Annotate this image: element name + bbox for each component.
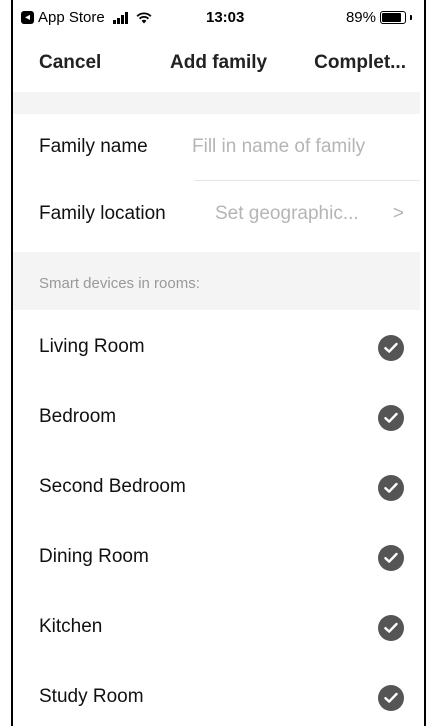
phone-screen: ◂ App Store 13:03 89% Cancel Add family … (11, 0, 426, 726)
battery-percent: 89% (345, 9, 376, 26)
room-row-kitchen[interactable]: Kitchen (13, 590, 420, 660)
cellular-signal-icon (112, 11, 128, 24)
room-row-dining-room[interactable]: Dining Room (13, 520, 420, 590)
back-app-icon[interactable]: ◂ (21, 11, 34, 24)
checkmark-circle-icon[interactable] (378, 685, 404, 711)
back-app-label[interactable]: App Store (38, 9, 105, 26)
room-name: Bedroom (39, 406, 117, 427)
family-name-row[interactable]: Family name Fill in name of family (13, 114, 420, 180)
room-row-bedroom[interactable]: Bedroom (13, 380, 420, 450)
room-name: Living Room (39, 336, 145, 357)
checkmark-circle-icon[interactable] (378, 475, 404, 501)
room-name: Study Room (39, 686, 144, 707)
chevron-right-icon: > (392, 203, 404, 224)
status-battery: 89% (346, 9, 412, 26)
room-name: Dining Room (39, 546, 149, 567)
room-name: Second Bedroom (39, 476, 186, 497)
family-location-label: Family location (39, 203, 166, 224)
rooms-section-label: Smart devices in rooms: (39, 275, 200, 292)
family-name-input[interactable]: Fill in name of family (192, 136, 365, 158)
room-row-living-room[interactable]: Living Room (13, 310, 420, 380)
checkmark-circle-icon[interactable] (378, 405, 404, 431)
family-location-value[interactable]: Set geographic... (215, 203, 359, 225)
cancel-button[interactable]: Cancel (39, 52, 101, 74)
room-list: Living Room Bedroom Second Bedroom Dinin… (13, 310, 420, 726)
battery-icon (380, 11, 406, 24)
section-spacer (13, 92, 420, 114)
navigation-bar: Cancel Add family Complet... (13, 36, 420, 92)
complete-button[interactable]: Complet... (314, 52, 406, 74)
status-left[interactable]: ◂ App Store (21, 9, 152, 26)
room-name: Kitchen (39, 616, 103, 637)
status-bar: ◂ App Store 13:03 89% (13, 0, 420, 36)
checkmark-circle-icon[interactable] (378, 615, 404, 641)
checkmark-circle-icon[interactable] (378, 545, 404, 571)
wifi-icon (136, 11, 152, 23)
page-title: Add family (170, 52, 268, 73)
checkmark-circle-icon[interactable] (378, 335, 404, 361)
family-name-label: Family name (39, 136, 148, 157)
rooms-section-header: Smart devices in rooms: (13, 252, 420, 310)
status-time: 13:03 (206, 9, 245, 26)
room-row-second-bedroom[interactable]: Second Bedroom (13, 450, 420, 520)
room-row-study-room[interactable]: Study Room (13, 660, 420, 726)
family-location-row[interactable]: Family location Set geographic... > (13, 181, 420, 247)
